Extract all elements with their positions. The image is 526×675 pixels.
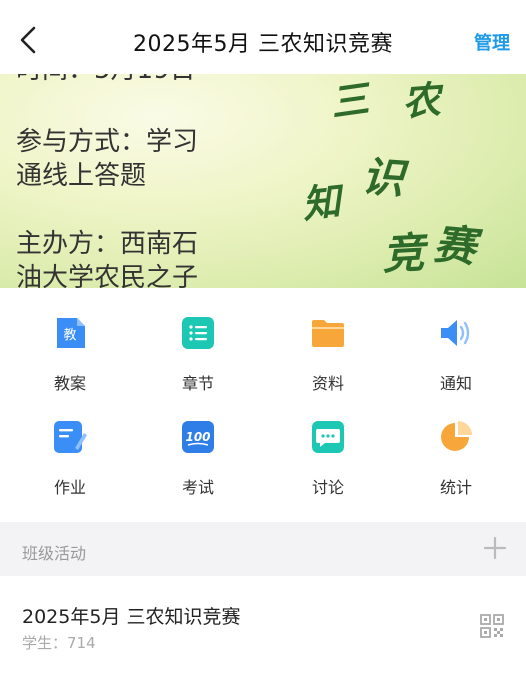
grid-item-label: 作业 [53,478,86,497]
grid-item-label: 教案 [53,374,86,393]
qr-code-icon[interactable] [480,614,504,638]
speaker-icon [441,320,470,346]
grid-item-statistics[interactable]: 统计 [390,392,522,497]
banner-brush-char: 赛 [431,219,478,272]
grid-item-materials[interactable]: 资料 [262,288,394,393]
grid-item-label: 考试 [181,478,214,497]
grid-item-exam[interactable]: 100 考试 [132,392,264,497]
banner-brush-char: 竞 [380,227,426,280]
section-title: 班级活动 [22,544,87,563]
course-banner[interactable]: 时间：5月19日 参与方式：学习 通线上答题 主办方：西南石 油大学农民之子 三… [0,74,526,288]
activity-name: 2025年5月 三农知识竞赛 [22,606,241,628]
function-grid: 教 教案 章节 资料 通知 作业 100 考试 讨论 统计 [0,288,526,522]
banner-brush-char: 三 [327,75,372,126]
banner-organizer-text-cont: 油大学农民之子 [16,263,199,288]
top-bar: 2025年5月 三农知识竞赛 管理 [0,0,526,74]
banner-brush-char: 识 [360,151,406,204]
banner-organizer-text: 主办方：西南石 [16,229,199,259]
banner-time-text: 时间：5月19日 [16,74,196,86]
folder-icon [312,320,344,347]
grid-item-label: 通知 [439,374,472,393]
grid-item-label: 章节 [181,374,214,393]
grid-item-notice[interactable]: 通知 [390,288,522,393]
grid-item-label: 统计 [439,478,472,497]
exam-glyph: 100 [185,430,210,444]
banner-brush-char: 农 [400,76,442,125]
grid-item-label: 讨论 [311,478,344,497]
class-activities-header: 班级活动 [0,522,526,576]
activity-student-count: 学生：714 [22,634,96,652]
grid-item-chapters[interactable]: 章节 [132,288,264,393]
exam-icon: 100 [182,421,214,453]
banner-method-text-cont: 通线上答题 [16,161,147,191]
page-title: 2025年5月 三农知识竞赛 [133,32,393,57]
manage-button[interactable]: 管理 [474,29,510,55]
pie-chart-icon [441,421,472,451]
chat-icon [312,421,344,453]
banner-method-text: 参与方式：学习 [16,127,199,157]
grid-item-lesson-plan[interactable]: 教 教案 [4,288,136,393]
chapters-icon [182,317,214,349]
banner-brush-char: 知 [300,178,343,227]
activity-item[interactable]: 2025年5月 三农知识竞赛 学生：714 [0,576,526,675]
lesson-plan-glyph: 教 [63,327,76,343]
homework-icon [54,421,87,453]
grid-item-label: 资料 [311,374,344,393]
grid-item-homework[interactable]: 作业 [4,392,136,497]
grid-item-discussion[interactable]: 讨论 [262,392,394,497]
lesson-plan-icon: 教 [57,318,85,348]
add-activity-icon[interactable] [482,535,508,561]
